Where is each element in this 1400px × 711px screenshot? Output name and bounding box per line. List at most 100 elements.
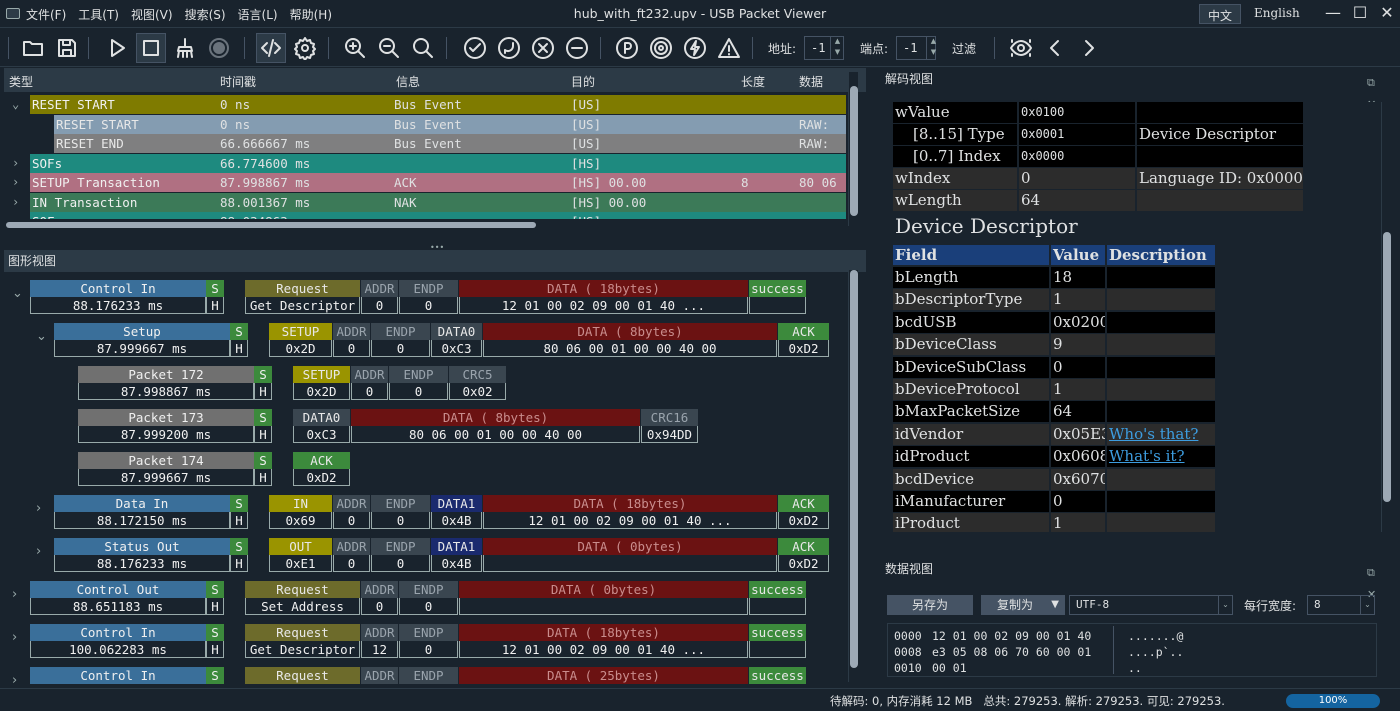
expand-chevron-icon[interactable]: ⌄: [12, 97, 19, 111]
packet-field[interactable]: CRC16 0x94DD: [640, 409, 698, 443]
packet-field[interactable]: DATA0 0xC3: [292, 409, 350, 443]
packet-field[interactable]: success: [748, 581, 806, 615]
packet-field[interactable]: DATA1 0x4B: [430, 538, 482, 572]
zoom-in-icon[interactable]: [340, 33, 370, 63]
filter-ping-icon[interactable]: [612, 33, 642, 63]
save-icon[interactable]: [52, 33, 82, 63]
list-row[interactable]: RESET END 66.666667 ms Bus Event [US] RAW:: [4, 134, 846, 154]
list-row[interactable]: › SETUP Transaction 87.998867 ms ACK [HS] 00…: [4, 173, 846, 193]
col-dest-header[interactable]: 目的: [571, 73, 595, 90]
packet-field[interactable]: DATA1 0x4B: [430, 495, 482, 529]
graph-record-name[interactable]: Packet 172 87.998867 ms: [78, 366, 254, 400]
menu-language[interactable]: 语言(L): [238, 6, 278, 23]
packet-field[interactable]: DATA ( 0bytes): [458, 581, 748, 615]
packet-field[interactable]: Request Get Descriptor: [244, 624, 360, 658]
col-timestamp-header[interactable]: 时间戳: [220, 73, 256, 90]
filter-error-icon[interactable]: [714, 33, 744, 63]
list-row[interactable]: RESET START 0 ns Bus Event [US] RAW:: [4, 114, 846, 135]
expand-chevron-icon[interactable]: ⌄: [36, 329, 47, 344]
packet-field[interactable]: ENDP 0: [370, 495, 430, 529]
address-spin-arrows[interactable]: ▲ ▼: [830, 36, 844, 60]
graph-record-name[interactable]: Packet 173 87.999200 ms: [78, 409, 254, 443]
decode-vscroll-thumb[interactable]: [1383, 232, 1391, 502]
packet-field[interactable]: IN 0x69: [268, 495, 332, 529]
filter-nak-icon[interactable]: [494, 33, 524, 63]
list-row[interactable]: ⌄ RESET START 0 ns Bus Event [US]: [4, 95, 846, 115]
filter-sof-icon[interactable]: [646, 33, 676, 63]
packet-field[interactable]: ACK 0xD2: [777, 323, 829, 357]
record-icon[interactable]: [204, 33, 234, 63]
expand-chevron-icon[interactable]: ›: [12, 175, 19, 189]
filter-nyet-icon[interactable]: [562, 33, 592, 63]
filter-label[interactable]: 过滤: [952, 40, 976, 57]
prev-arrow-icon[interactable]: [1040, 33, 1070, 63]
packet-field[interactable]: ACK 0xD2: [777, 538, 829, 572]
packet-field[interactable]: DATA ( 8bytes) 80 06 00 01 00 00 40 00: [350, 409, 640, 443]
graph-record-name[interactable]: Control In: [30, 667, 206, 684]
encoding-select[interactable]: UTF-8 ⌄: [1069, 595, 1233, 615]
minimize-button[interactable]: —: [1320, 2, 1346, 24]
graph-record-name[interactable]: Packet 174 87.999667 ms: [78, 452, 254, 486]
packet-field[interactable]: ADDR 0: [332, 495, 370, 529]
code-view-icon[interactable]: [256, 33, 286, 63]
graph-record-name[interactable]: Data In 88.172150 ms: [54, 495, 230, 529]
packet-field[interactable]: OUT 0xE1: [268, 538, 332, 572]
eye-icon[interactable]: [1006, 33, 1036, 63]
expand-chevron-icon[interactable]: ⌄: [12, 286, 23, 301]
packet-field[interactable]: SETUP 0x2D: [268, 323, 332, 357]
menu-search[interactable]: 搜索(S): [185, 6, 226, 23]
filter-bus-event-icon[interactable]: [680, 33, 710, 63]
copy-as-button[interactable]: 复制为 ▼: [981, 595, 1065, 615]
packet-field[interactable]: DATA0 0xC3: [430, 323, 482, 357]
packet-field[interactable]: Request Set Address: [244, 581, 360, 615]
lookup-link[interactable]: What's it?: [1109, 447, 1185, 465]
packet-field[interactable]: ENDP 0: [370, 323, 430, 357]
packet-field[interactable]: ACK 0xD2: [777, 495, 829, 529]
packet-field[interactable]: ADDR 0: [360, 581, 398, 615]
packet-field[interactable]: DATA ( 25bytes): [458, 667, 748, 684]
filter-stall-icon[interactable]: [528, 33, 558, 63]
packet-field[interactable]: ENDP 0: [398, 280, 458, 314]
expand-chevron-icon[interactable]: ›: [12, 673, 17, 684]
col-length-header[interactable]: 长度: [741, 73, 765, 90]
decode-vscrollbar[interactable]: [1381, 102, 1391, 532]
packet-field[interactable]: DATA ( 18bytes) 12 01 00 02 09 00 01 40 .…: [458, 624, 748, 658]
expand-chevron-icon[interactable]: ›: [12, 587, 17, 602]
play-icon[interactable]: [102, 33, 132, 63]
packet-field[interactable]: ENDP 0: [370, 538, 430, 572]
packet-field[interactable]: SETUP 0x2D: [292, 366, 350, 400]
packet-field[interactable]: ADDR 12: [360, 624, 398, 658]
expand-chevron-icon[interactable]: ›: [36, 501, 41, 516]
graph-record-name[interactable]: Control Out 88.651183 ms: [30, 581, 206, 615]
packet-field[interactable]: DATA ( 18bytes) 12 01 00 02 09 00 01 40 .…: [458, 280, 748, 314]
endpoint-spin-arrows[interactable]: ▲ ▼: [926, 36, 940, 60]
lang-chinese-button[interactable]: 中文: [1199, 4, 1242, 24]
packet-field[interactable]: Request Get Descriptor: [244, 280, 360, 314]
col-info-header[interactable]: 信息: [396, 73, 420, 90]
packet-field[interactable]: ADDR 0: [332, 538, 370, 572]
expand-chevron-icon[interactable]: ›: [12, 156, 19, 170]
packet-field[interactable]: ACK 0xD2: [292, 452, 350, 486]
packet-field[interactable]: ENDP 0: [388, 366, 448, 400]
splitter-handle[interactable]: •••: [430, 243, 444, 252]
filter-ack-icon[interactable]: [460, 33, 490, 63]
packet-field[interactable]: ENDP 0: [398, 624, 458, 658]
graph-record-name[interactable]: Status Out 88.176233 ms: [54, 538, 230, 572]
zoom-reset-icon[interactable]: [408, 33, 438, 63]
list-vscroll-thumb[interactable]: [850, 86, 858, 216]
packet-field[interactable]: ENDP: [398, 667, 458, 684]
packet-field[interactable]: ENDP 0: [398, 581, 458, 615]
graph-vscroll-thumb[interactable]: [850, 270, 858, 668]
menu-file[interactable]: 文件(F): [26, 6, 66, 23]
packet-field[interactable]: success: [748, 624, 806, 658]
list-row[interactable]: › SOFs 66.774600 ms [HS]: [4, 153, 846, 174]
list-hscroll-thumb[interactable]: [6, 222, 536, 228]
lookup-link[interactable]: Who's that?: [1109, 425, 1198, 443]
list-row[interactable]: › IN Transaction 88.001367 ms NAK [HS] 00.00: [4, 192, 846, 213]
packet-field[interactable]: ADDR 0: [360, 280, 398, 314]
packet-field[interactable]: ADDR 0: [332, 323, 370, 357]
stop-icon[interactable]: [136, 33, 166, 63]
packet-field[interactable]: success: [748, 280, 806, 314]
packet-field[interactable]: Request: [244, 667, 360, 684]
clear-broom-icon[interactable]: [170, 33, 200, 63]
